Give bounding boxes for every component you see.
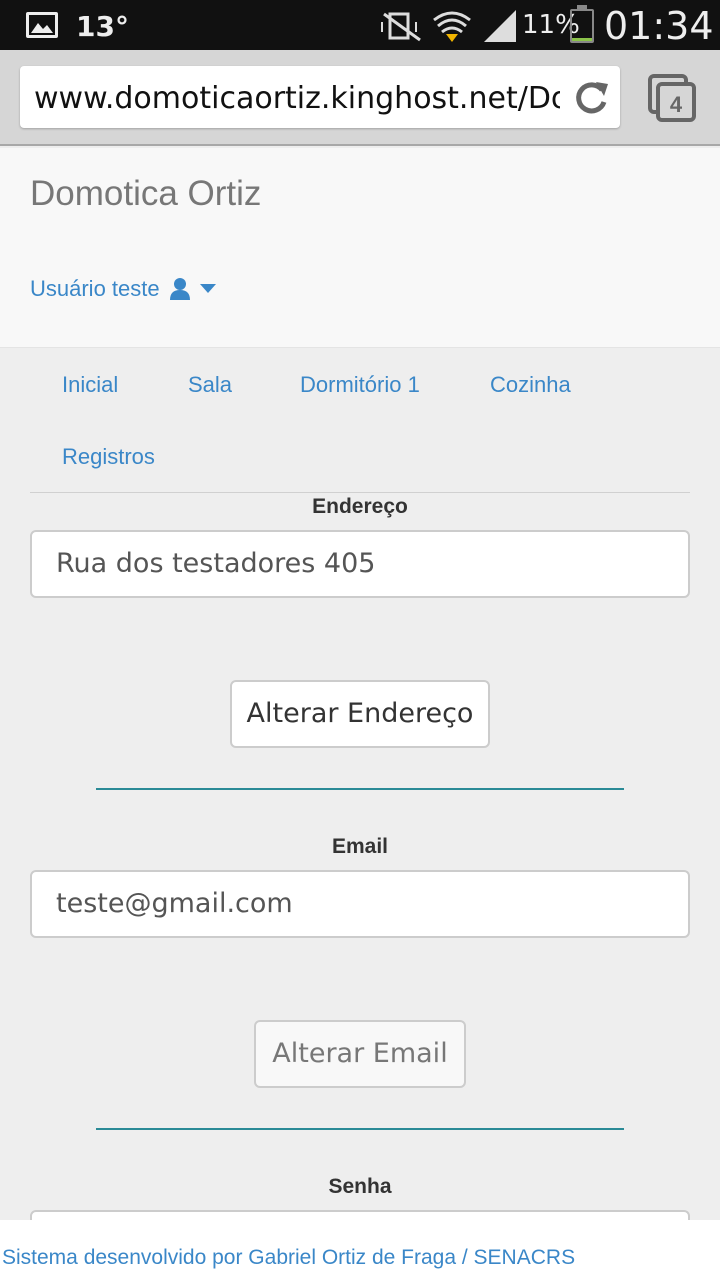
page-header: Domotica Ortiz Usuário teste bbox=[0, 148, 720, 348]
mute-vibrate-icon bbox=[381, 12, 421, 42]
clock: 01:34 bbox=[604, 4, 714, 48]
nav-item-inicial[interactable]: Inicial bbox=[62, 372, 118, 398]
address-label: Endereço bbox=[312, 495, 408, 518]
nav-item-dormitorio-1[interactable]: Dormitório 1 bbox=[300, 372, 420, 398]
tab-switcher-button[interactable]: 4 bbox=[646, 72, 698, 124]
nav-item-sala[interactable]: Sala bbox=[188, 372, 232, 398]
section-divider-2 bbox=[96, 1128, 624, 1130]
status-icons bbox=[381, 10, 516, 42]
user-icon bbox=[169, 278, 190, 300]
email-label: Email bbox=[331, 835, 389, 858]
wifi-icon bbox=[433, 11, 471, 42]
password-label: Senha bbox=[328, 1175, 392, 1198]
gallery-icon bbox=[26, 12, 58, 38]
user-label: Usuário teste bbox=[30, 276, 160, 301]
nav-item-cozinha[interactable]: Cozinha bbox=[490, 372, 571, 398]
signal-icon bbox=[484, 10, 516, 42]
change-email-button[interactable]: Alterar Email bbox=[254, 1020, 466, 1088]
address-bar[interactable]: www.domoticaortiz.kinghost.net/Domotica bbox=[20, 66, 620, 128]
browser-toolbar: www.domoticaortiz.kinghost.net/Domotica … bbox=[0, 50, 720, 146]
section-divider-1 bbox=[96, 788, 624, 790]
brand-title[interactable]: Domotica Ortiz bbox=[30, 174, 261, 214]
tab-count: 4 bbox=[670, 92, 683, 117]
user-menu[interactable]: Usuário teste bbox=[30, 276, 216, 302]
nav-divider bbox=[30, 492, 690, 493]
email-input[interactable]: teste@gmail.com bbox=[30, 870, 690, 938]
caret-down-icon bbox=[199, 284, 216, 293]
reload-icon[interactable] bbox=[570, 76, 612, 118]
nav-item-registros[interactable]: Registros bbox=[62, 444, 155, 470]
status-bar: 13° 11% 01:34 bbox=[0, 0, 720, 50]
battery-fill bbox=[572, 37, 592, 41]
address-input[interactable]: Rua dos testadores 405 bbox=[30, 530, 690, 598]
temperature-text: 13° bbox=[76, 10, 129, 43]
footer: Sistema desenvolvido por Gabriel Ortiz d… bbox=[0, 1220, 720, 1280]
footer-text[interactable]: Sistema desenvolvido por Gabriel Ortiz d… bbox=[2, 1246, 575, 1270]
battery-icon bbox=[570, 9, 594, 43]
url-text[interactable]: www.domoticaortiz.kinghost.net/Domotica bbox=[34, 81, 560, 116]
tabs-icon: 4 bbox=[648, 74, 696, 122]
change-address-button[interactable]: Alterar Endereço bbox=[230, 680, 490, 748]
